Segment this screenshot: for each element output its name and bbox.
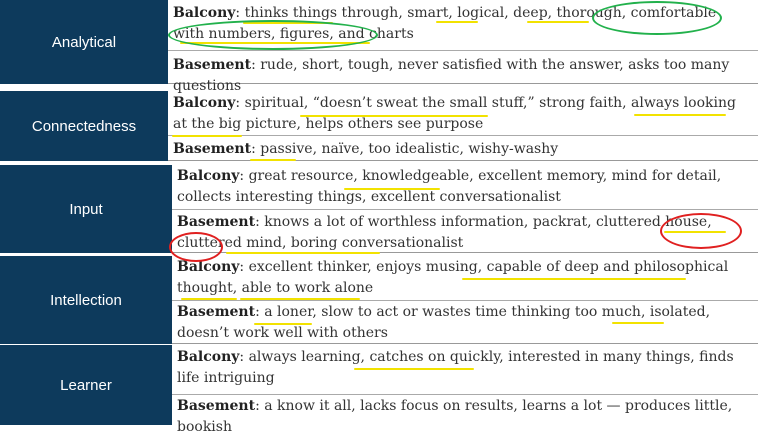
theme-name: Input xyxy=(69,200,103,218)
highlight-underline xyxy=(226,252,380,254)
basement-key: Basement xyxy=(173,141,252,157)
highlight-underline xyxy=(344,188,440,190)
highlight-underline xyxy=(240,298,360,300)
row-content: Balcony: always learning, catches on qui… xyxy=(172,345,758,435)
theme-name: Intellection xyxy=(50,291,122,309)
theme-label: Connectedness xyxy=(0,91,168,161)
highlight-underline xyxy=(664,231,726,233)
table-row: Learner Balcony: always learning, catche… xyxy=(0,345,758,435)
divider xyxy=(168,50,758,51)
basement-cell: Basement: rude, short, tough, never sati… xyxy=(173,55,750,94)
basement-text: : rude, short, tough, never satisfied wi… xyxy=(173,57,730,94)
basement-key: Basement xyxy=(177,304,256,320)
theme-label: Input xyxy=(0,165,172,253)
highlight-underline xyxy=(354,368,474,370)
highlight-underline xyxy=(172,135,242,137)
balcony-text: : great resource, knowledgeable, excelle… xyxy=(177,168,722,205)
theme-label: Learner xyxy=(0,345,172,425)
balcony-key: Balcony xyxy=(173,95,236,111)
basement-key: Basement xyxy=(173,57,252,73)
divider xyxy=(172,209,758,210)
theme-label: Intellection xyxy=(0,256,172,344)
theme-name: Analytical xyxy=(51,33,117,51)
highlight-underline xyxy=(436,21,478,23)
themes-table: Analytical Balcony: thinks things throug… xyxy=(0,0,758,435)
basement-text: : a know it all, lacks focus on results,… xyxy=(177,398,733,435)
balcony-key: Balcony xyxy=(177,349,240,365)
theme-name: Learner xyxy=(60,376,112,394)
highlight-underline xyxy=(300,115,488,117)
table-row: Input Balcony: great resource, knowledge… xyxy=(0,165,758,253)
balcony-key: Balcony xyxy=(173,5,236,21)
basement-key: Basement xyxy=(177,214,256,230)
theme-name: Connectedness xyxy=(31,117,137,135)
basement-cell: Basement: knows a lot of worthless infor… xyxy=(177,212,750,254)
highlight-underline xyxy=(181,298,237,300)
highlight-underline xyxy=(243,22,333,24)
basement-text: : passive, naïve, too idealistic, wishy-… xyxy=(251,141,559,157)
highlight-underline xyxy=(180,42,370,44)
table-row: Connectedness Balcony: spiritual, “doesn… xyxy=(0,91,758,161)
theme-label: Analytical xyxy=(0,0,168,84)
balcony-key: Balcony xyxy=(177,168,240,184)
balcony-cell: Balcony: thinks things through, smart, l… xyxy=(173,3,750,45)
highlight-underline xyxy=(462,278,686,280)
divider xyxy=(172,300,758,301)
balcony-key: Balcony xyxy=(177,259,240,275)
basement-text: : knows a lot of worthless information, … xyxy=(177,214,712,251)
highlight-underline xyxy=(612,322,664,324)
table-row: Analytical Balcony: thinks things throug… xyxy=(0,0,758,94)
basement-cell: Basement: a know it all, lacks focus on … xyxy=(177,396,750,435)
highlight-underline xyxy=(254,323,312,325)
highlight-underline xyxy=(250,159,296,161)
table-row: Intellection Balcony: excellent thinker,… xyxy=(0,256,758,344)
row-content: Balcony: excellent thinker, enjoys musin… xyxy=(172,256,758,344)
basement-cell: Basement: passive, naïve, too idealistic… xyxy=(173,139,750,161)
balcony-cell: Balcony: great resource, knowledgeable, … xyxy=(177,166,750,208)
highlight-underline xyxy=(527,21,589,23)
basement-key: Basement xyxy=(177,398,256,414)
row-content: Balcony: spiritual, “doesn’t sweat the s… xyxy=(168,91,758,161)
highlight-underline xyxy=(634,114,726,116)
divider xyxy=(172,394,758,395)
divider xyxy=(168,135,758,136)
row-content: Balcony: great resource, knowledgeable, … xyxy=(172,165,758,253)
